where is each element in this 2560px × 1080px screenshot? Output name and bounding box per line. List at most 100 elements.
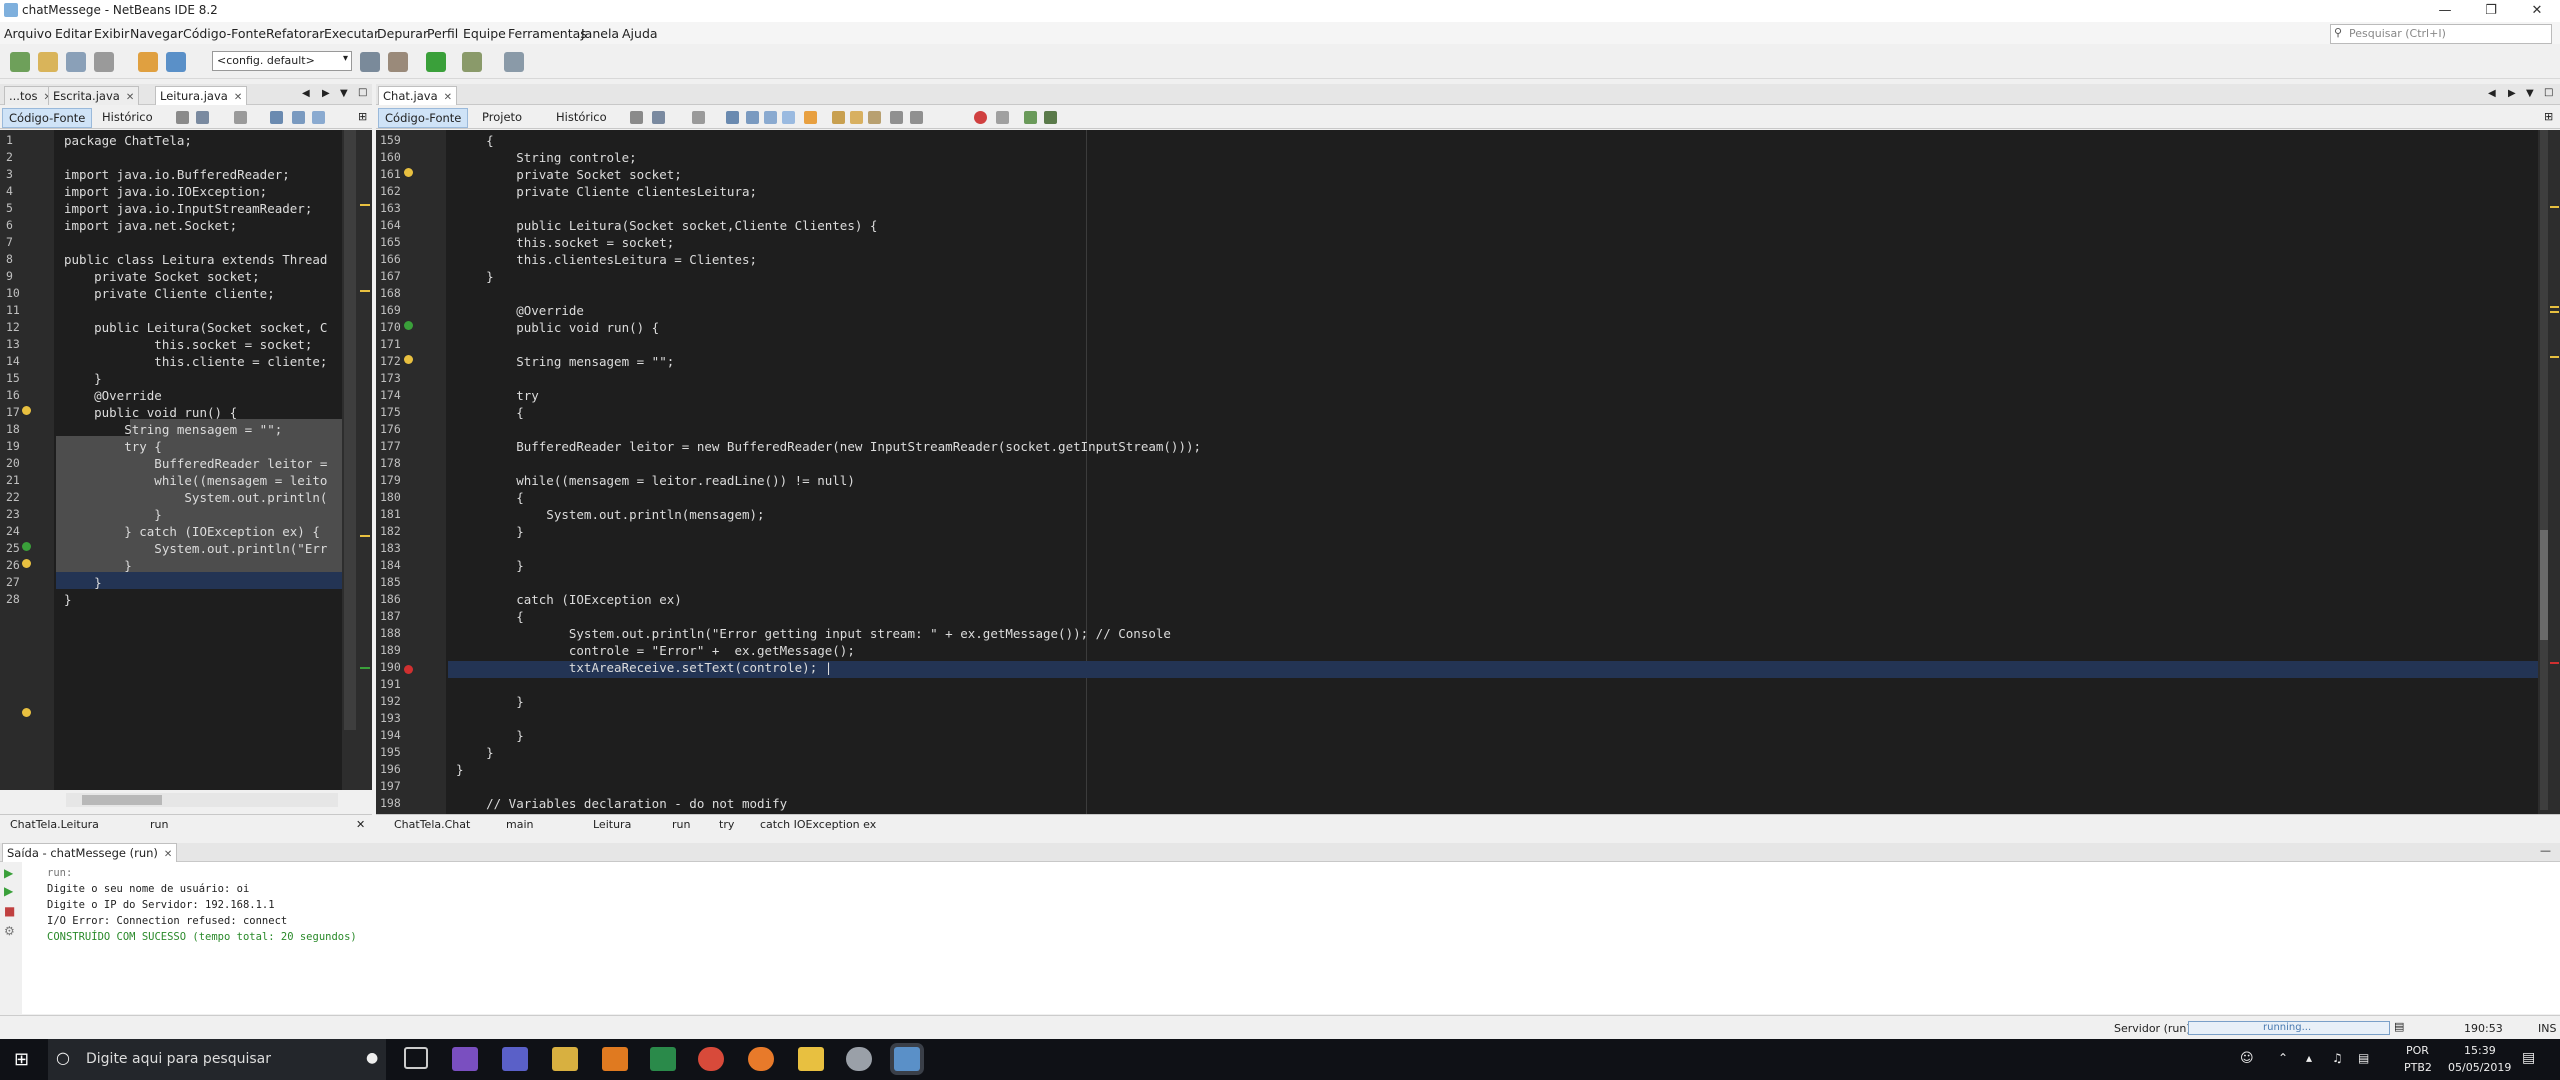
uncomment-icon[interactable] — [1044, 111, 1057, 124]
maximize-icon[interactable]: □ — [358, 87, 367, 98]
breadcrumb-leitura[interactable]: Leitura — [593, 818, 631, 831]
right-code-editor[interactable]: 159 {160 String controle; 161 private Soc… — [376, 130, 2538, 815]
menu-executar[interactable]: Executar — [324, 26, 379, 41]
toggle-bookmark-icon[interactable] — [868, 111, 881, 124]
code-line[interactable]: public Leitura(Socket socket,Cliente Cli… — [456, 217, 877, 234]
code-line[interactable]: this.clientesLeitura = Clientes; — [456, 251, 757, 268]
close-icon[interactable]: ✕ — [164, 849, 172, 860]
spreadsheet-app-icon[interactable] — [650, 1047, 676, 1071]
tab-list-icon[interactable]: ▼ — [2526, 88, 2534, 99]
code-line[interactable]: String controle; — [456, 149, 636, 166]
forward-icon[interactable] — [234, 111, 247, 124]
menu-equipe[interactable]: Equipe — [463, 26, 506, 41]
open-project-icon[interactable] — [66, 52, 86, 72]
tab-output[interactable]: Saída - chatMessege (run) ✕ — [2, 843, 178, 862]
forward-icon[interactable] — [692, 111, 705, 124]
tab-list-icon[interactable]: ▼ — [340, 88, 348, 99]
back-icon[interactable] — [652, 111, 665, 124]
code-line[interactable]: try { — [64, 438, 162, 455]
code-line[interactable]: controle = "Error" + ex.getMessage(); — [456, 642, 855, 659]
config-select[interactable]: <config. default> ▾ — [212, 51, 352, 71]
code-line[interactable]: package ChatTela; — [64, 132, 192, 149]
keyboard-layout[interactable]: PTB2 — [2404, 1061, 2432, 1074]
code-line[interactable]: } — [64, 591, 72, 608]
next-bookmark-icon[interactable] — [850, 111, 863, 124]
output-console[interactable]: run: Digite o seu nome de usuário: oi Di… — [22, 862, 2560, 1014]
profile-project-icon[interactable] — [504, 52, 524, 72]
code-line[interactable]: BufferedReader leitor = — [64, 455, 327, 472]
breadcrumb-try[interactable]: try — [719, 818, 734, 831]
network-icon[interactable]: ▴ — [2306, 1051, 2312, 1065]
split-icon[interactable]: ⊞ — [358, 110, 367, 123]
close-icon[interactable]: ✕ — [234, 92, 242, 103]
code-line[interactable]: public class Leitura extends Thread — [64, 251, 327, 268]
input-language[interactable]: POR — [2406, 1044, 2429, 1057]
volume-icon[interactable]: ♫ — [2332, 1051, 2343, 1065]
visual-studio-icon[interactable] — [452, 1047, 478, 1071]
code-line[interactable]: private Cliente cliente; — [64, 285, 275, 302]
code-line[interactable]: } — [456, 268, 494, 285]
clock-time[interactable]: 15:39 — [2464, 1044, 2496, 1057]
redo-icon[interactable] — [166, 52, 186, 72]
menu-codigo-fonte[interactable]: Código-Fonte — [183, 26, 266, 41]
code-line[interactable]: this.cliente = cliente; — [64, 353, 327, 370]
code-line[interactable]: System.out.println( — [64, 489, 327, 506]
find-next-icon[interactable] — [764, 111, 777, 124]
code-line[interactable]: @Override — [64, 387, 162, 404]
sublime-text-icon[interactable] — [602, 1047, 628, 1071]
code-line[interactable]: } — [456, 557, 524, 574]
find-icon[interactable] — [726, 111, 739, 124]
code-line[interactable]: txtAreaReceive.setText(controle); | — [456, 659, 832, 676]
menu-ferramentas[interactable]: Ferramentas — [508, 26, 587, 41]
netbeans-taskbar-icon[interactable] — [894, 1047, 920, 1071]
code-line[interactable]: String mensagem = ""; — [64, 421, 282, 438]
build-icon[interactable] — [360, 52, 380, 72]
maximize-icon[interactable]: □ — [2544, 87, 2553, 98]
code-line[interactable]: public void run() { — [64, 404, 237, 421]
settings-icon[interactable]: ⚙ — [4, 924, 15, 938]
tab-escrita-java[interactable]: Escrita.java ✕ — [48, 86, 140, 105]
settings-gear-icon[interactable] — [846, 1047, 872, 1071]
find-icon[interactable] — [270, 111, 283, 124]
code-line[interactable]: private Socket socket; — [64, 268, 260, 285]
code-line[interactable]: { — [456, 608, 524, 625]
code-line[interactable]: // Variables declaration - do not modify — [456, 795, 787, 812]
scroll-right-icon[interactable]: ▶ — [322, 88, 330, 99]
code-line[interactable]: private Socket socket; — [456, 166, 682, 183]
menu-ajuda[interactable]: Ajuda — [622, 26, 658, 41]
code-line[interactable]: } — [456, 693, 524, 710]
search-input[interactable]: ⚲ Pesquisar (Ctrl+I) — [2330, 24, 2552, 44]
breadcrumb-class[interactable]: ChatTela.Chat — [394, 818, 470, 831]
subtab-codigo-fonte[interactable]: Código-Fonte — [2, 108, 93, 128]
menu-depurar[interactable]: Depurar — [377, 26, 428, 41]
rerun-icon[interactable]: ▶ — [4, 866, 13, 880]
clean-build-icon[interactable] — [388, 52, 408, 72]
menu-refatorar[interactable]: Refatorar — [266, 26, 324, 41]
left-horizontal-scrollbar[interactable] — [66, 793, 338, 807]
code-line[interactable]: } — [64, 506, 162, 523]
code-line[interactable]: System.out.println("Err — [64, 540, 327, 557]
code-line[interactable]: } — [456, 523, 524, 540]
scroll-left-icon[interactable]: ◀ — [302, 88, 310, 99]
code-line[interactable]: System.out.println("Error getting input … — [456, 625, 1171, 642]
right-vertical-scrollbar[interactable] — [2540, 130, 2548, 810]
code-line[interactable]: } — [456, 727, 524, 744]
minimize-button[interactable]: — — [2422, 0, 2468, 22]
find-next-icon[interactable] — [312, 111, 325, 124]
code-line[interactable]: this.socket = socket; — [456, 234, 674, 251]
prev-bookmark-icon[interactable] — [832, 111, 845, 124]
code-line[interactable]: import java.io.BufferedReader; — [64, 166, 290, 183]
code-line[interactable]: String mensagem = ""; — [456, 353, 674, 370]
new-file-icon[interactable] — [38, 52, 58, 72]
code-line[interactable]: while((mensagem = leito — [64, 472, 327, 489]
code-line[interactable]: } catch (IOException ex) { — [64, 523, 320, 540]
close-window-button[interactable]: ✕ — [2514, 0, 2560, 22]
code-line[interactable]: BufferedReader leitor = new BufferedRead… — [456, 438, 1201, 455]
code-line[interactable]: { — [456, 132, 494, 149]
breadcrumb-run[interactable]: run — [672, 818, 690, 831]
rerun-params-icon[interactable]: ▶ — [4, 884, 13, 898]
firefox-icon[interactable] — [748, 1047, 774, 1071]
microphone-icon[interactable]: ● — [366, 1050, 378, 1066]
status-process[interactable]: Servidor (run) — [2114, 1022, 2191, 1035]
subtab-historico[interactable]: Histórico — [550, 108, 613, 126]
